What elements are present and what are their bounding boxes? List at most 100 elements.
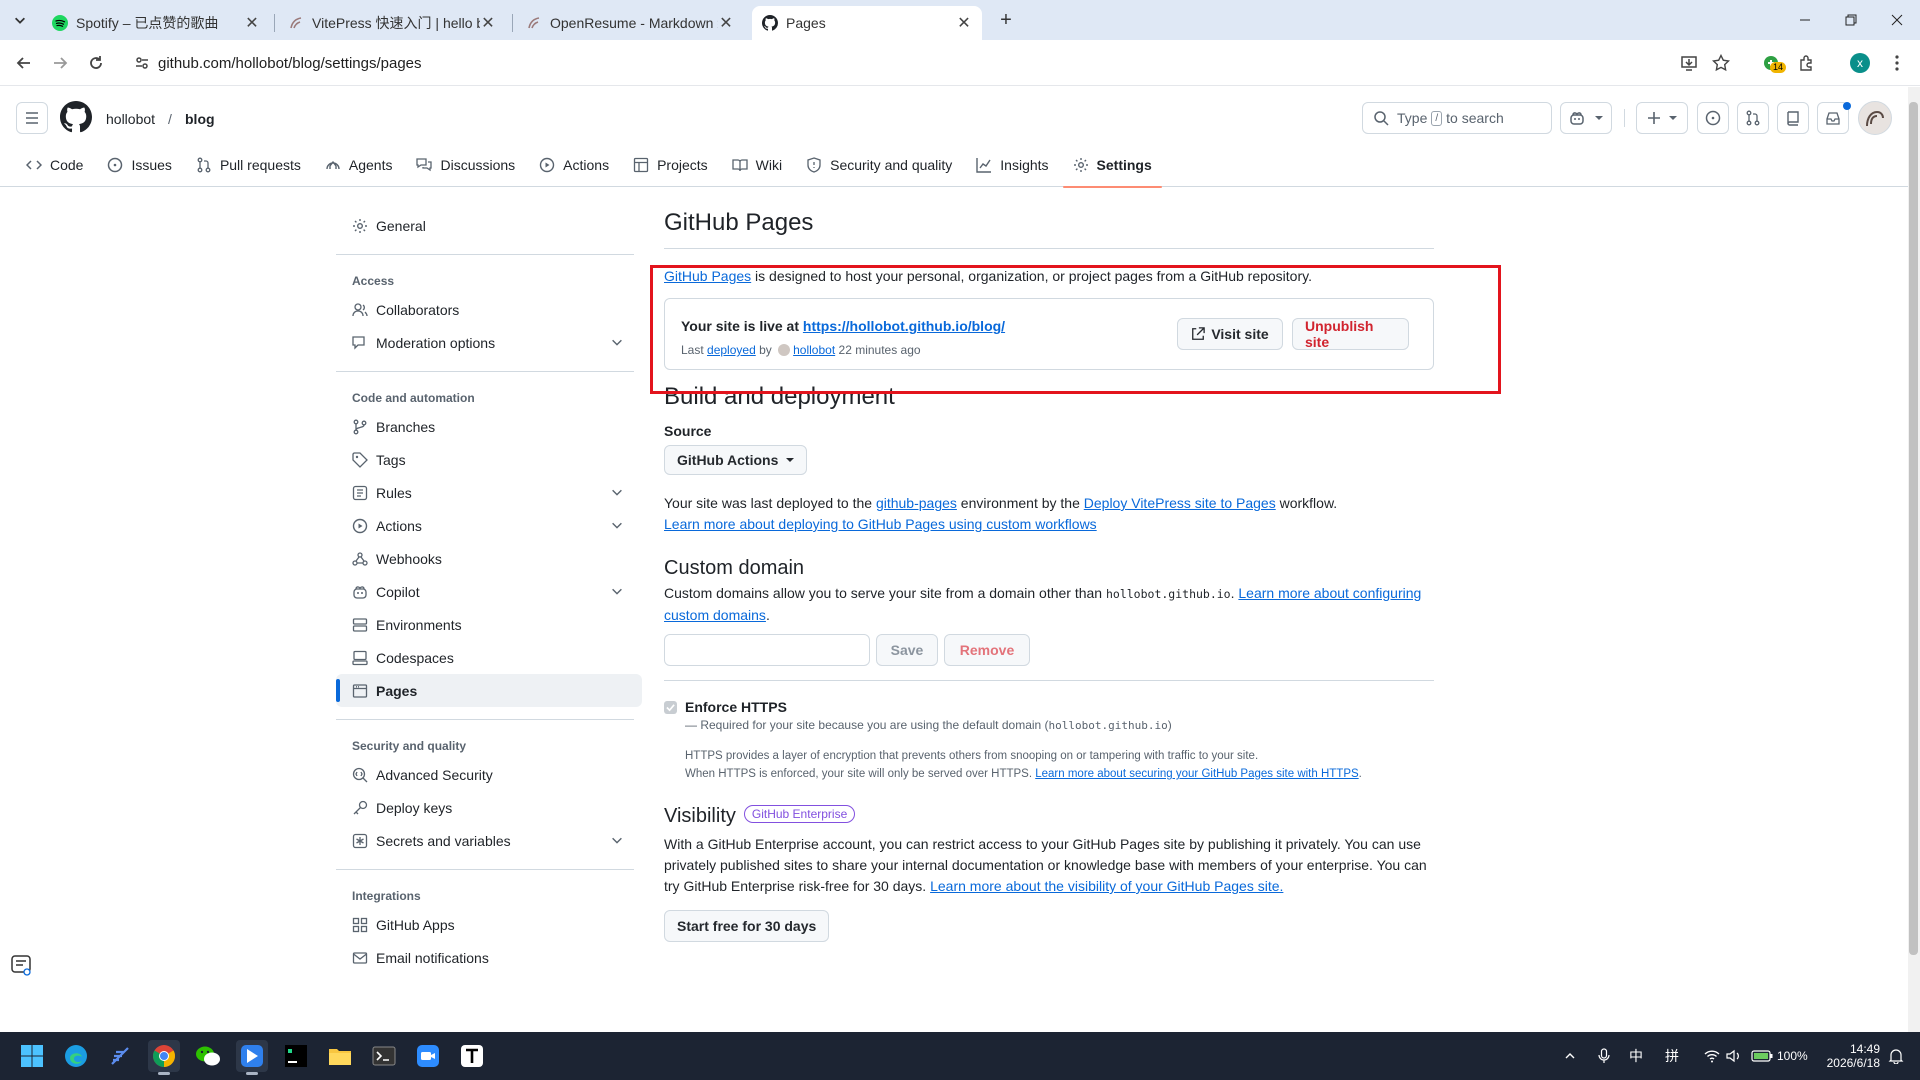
restore-button[interactable] xyxy=(1828,0,1874,40)
search-input[interactable]: Type / to search xyxy=(1362,102,1552,134)
show-hidden-icons[interactable] xyxy=(1564,1032,1576,1080)
sidebar-item-email-notifications[interactable]: Email notifications xyxy=(336,941,642,974)
taskbar-zoom[interactable] xyxy=(412,1040,444,1072)
sidebar-item-webhooks[interactable]: Webhooks xyxy=(336,542,642,575)
browser-tab-openresume[interactable]: OpenResume - Markdown 编辑 ✕ xyxy=(516,6,744,40)
learn-visibility-link[interactable]: Learn more about the visibility of your … xyxy=(930,878,1283,894)
start-button[interactable] xyxy=(16,1040,48,1072)
ime-language[interactable]: 中 xyxy=(1629,1032,1643,1080)
sidebar-item-advanced-security[interactable]: Advanced Security xyxy=(336,758,642,791)
browser-tab-spotify[interactable]: Spotify – 已点赞的歌曲 ✕ xyxy=(42,6,270,40)
global-nav-menu-button[interactable] xyxy=(16,102,48,134)
sidebar-item-rules[interactable]: Rules xyxy=(336,476,642,509)
sidebar-item-pages[interactable]: Pages xyxy=(336,674,642,707)
user-avatar[interactable] xyxy=(1858,101,1892,135)
taskbar-terminal[interactable] xyxy=(368,1040,400,1072)
extension-button[interactable]: 14 xyxy=(1760,52,1787,74)
tab-discussions[interactable]: Discussions xyxy=(406,143,525,187)
clock[interactable]: 14:49 2026/6/18 xyxy=(1818,1032,1880,1080)
tab-agents[interactable]: Agents xyxy=(315,143,403,187)
tab-issues[interactable]: Issues xyxy=(97,143,181,187)
repositories-button[interactable] xyxy=(1777,102,1809,134)
taskbar-wechat[interactable] xyxy=(192,1040,224,1072)
taskbar-typora[interactable] xyxy=(456,1040,488,1072)
ime-mode[interactable]: 拼 xyxy=(1665,1032,1679,1080)
sidebar-item-general[interactable]: General xyxy=(336,209,642,242)
custom-domain-input[interactable] xyxy=(664,634,870,666)
enforce-https-checkbox[interactable] xyxy=(664,700,677,714)
taskbar-chrome[interactable] xyxy=(148,1040,180,1075)
battery-status[interactable]: 100% xyxy=(1751,1032,1808,1080)
tab-code[interactable]: Code xyxy=(16,143,93,187)
close-icon[interactable]: ✕ xyxy=(480,15,496,32)
sidebar-item-branches[interactable]: Branches xyxy=(336,410,642,443)
tab-projects[interactable]: Projects xyxy=(623,143,718,187)
learn-custom-workflows-link[interactable]: Learn more about deploying to GitHub Pag… xyxy=(664,516,1097,532)
tab-pull-requests[interactable]: Pull requests xyxy=(186,143,311,187)
breadcrumb-owner[interactable]: hollobot xyxy=(106,111,155,127)
address-bar[interactable]: github.com/hollobot/blog/settings/pages xyxy=(130,46,1730,80)
learn-https-link[interactable]: Learn more about securing your GitHub Pa… xyxy=(1035,768,1358,780)
install-app-button[interactable] xyxy=(1678,52,1700,74)
sidebar-item-environments[interactable]: Environments xyxy=(336,608,642,641)
tab-security[interactable]: Security and quality xyxy=(796,143,962,187)
close-window-button[interactable] xyxy=(1874,0,1920,40)
start-trial-button[interactable]: Start free for 30 days xyxy=(664,910,830,942)
taskbar-app-arrow[interactable] xyxy=(236,1040,268,1075)
notification-center[interactable] xyxy=(1888,1032,1904,1080)
save-button[interactable]: Save xyxy=(876,634,938,666)
close-icon[interactable]: ✕ xyxy=(718,15,734,32)
sidebar-item-actions[interactable]: Actions xyxy=(336,509,642,542)
volume-status[interactable] xyxy=(1726,1032,1742,1080)
breadcrumb-repo[interactable]: blog xyxy=(185,111,215,127)
taskbar-file-explorer[interactable] xyxy=(324,1040,356,1072)
sidebar-item-collaborators[interactable]: Collaborators xyxy=(336,293,642,326)
tab-actions[interactable]: Actions xyxy=(529,143,619,187)
issues-button[interactable] xyxy=(1697,102,1729,134)
back-button[interactable] xyxy=(12,51,36,75)
github-pages-environment-link[interactable]: github-pages xyxy=(876,495,957,511)
tab-wiki[interactable]: Wiki xyxy=(722,143,792,187)
tab-settings[interactable]: Settings xyxy=(1062,143,1163,188)
extensions-menu-button[interactable] xyxy=(1796,52,1818,74)
bookmark-button[interactable] xyxy=(1710,52,1732,74)
scrollbar-thumb[interactable] xyxy=(1909,102,1918,955)
tab-search-button[interactable] xyxy=(0,0,40,40)
microphone-status[interactable] xyxy=(1598,1032,1610,1080)
close-icon[interactable]: ✕ xyxy=(244,15,260,32)
network-status[interactable] xyxy=(1704,1032,1720,1080)
sidebar-item-codespaces[interactable]: Codespaces xyxy=(336,641,642,674)
tab-insights[interactable]: Insights xyxy=(966,143,1058,187)
sidebar-item-deploy-keys[interactable]: Deploy keys xyxy=(336,791,642,824)
reload-button[interactable] xyxy=(84,51,108,75)
sidebar-item-github-apps[interactable]: GitHub Apps xyxy=(336,908,642,941)
sidebar-item-secrets[interactable]: Secrets and variables xyxy=(336,824,642,857)
taskbar-app-feather[interactable] xyxy=(104,1040,136,1072)
taskbar-edge[interactable] xyxy=(60,1040,92,1072)
arrow-right-icon xyxy=(54,57,68,69)
sidebar-item-copilot[interactable]: Copilot xyxy=(336,575,642,608)
tab-label: Wiki xyxy=(755,157,783,173)
source-select[interactable]: GitHub Actions xyxy=(664,445,808,475)
site-info-icon[interactable] xyxy=(134,55,150,71)
remove-button[interactable]: Remove xyxy=(944,634,1030,666)
taskbar-terminal-app[interactable] xyxy=(280,1040,312,1072)
sidebar-item-tags[interactable]: Tags xyxy=(336,443,642,476)
minimize-button[interactable] xyxy=(1782,0,1828,40)
forward-button[interactable] xyxy=(48,51,72,75)
profile-button[interactable]: x xyxy=(1849,52,1871,74)
browser-tab-pages[interactable]: Pages ✕ xyxy=(752,6,982,40)
close-icon[interactable]: ✕ xyxy=(956,15,972,32)
sidebar-item-moderation[interactable]: Moderation options xyxy=(336,326,642,359)
copilot-button[interactable] xyxy=(1560,102,1612,134)
create-new-button[interactable] xyxy=(1636,102,1688,134)
github-logo-icon[interactable] xyxy=(60,101,92,133)
battery-percent: 100% xyxy=(1777,1049,1808,1063)
pull-requests-button[interactable] xyxy=(1737,102,1769,134)
new-tab-button[interactable]: + xyxy=(994,8,1018,32)
sidebar-item-label: General xyxy=(376,217,426,234)
feedback-button[interactable] xyxy=(10,954,34,978)
browser-tab-vitepress[interactable]: VitePress 快速入门 | hello blog ✕ xyxy=(278,6,506,40)
workflow-link[interactable]: Deploy VitePress site to Pages xyxy=(1084,495,1276,511)
browser-menu-button[interactable] xyxy=(1886,52,1908,74)
